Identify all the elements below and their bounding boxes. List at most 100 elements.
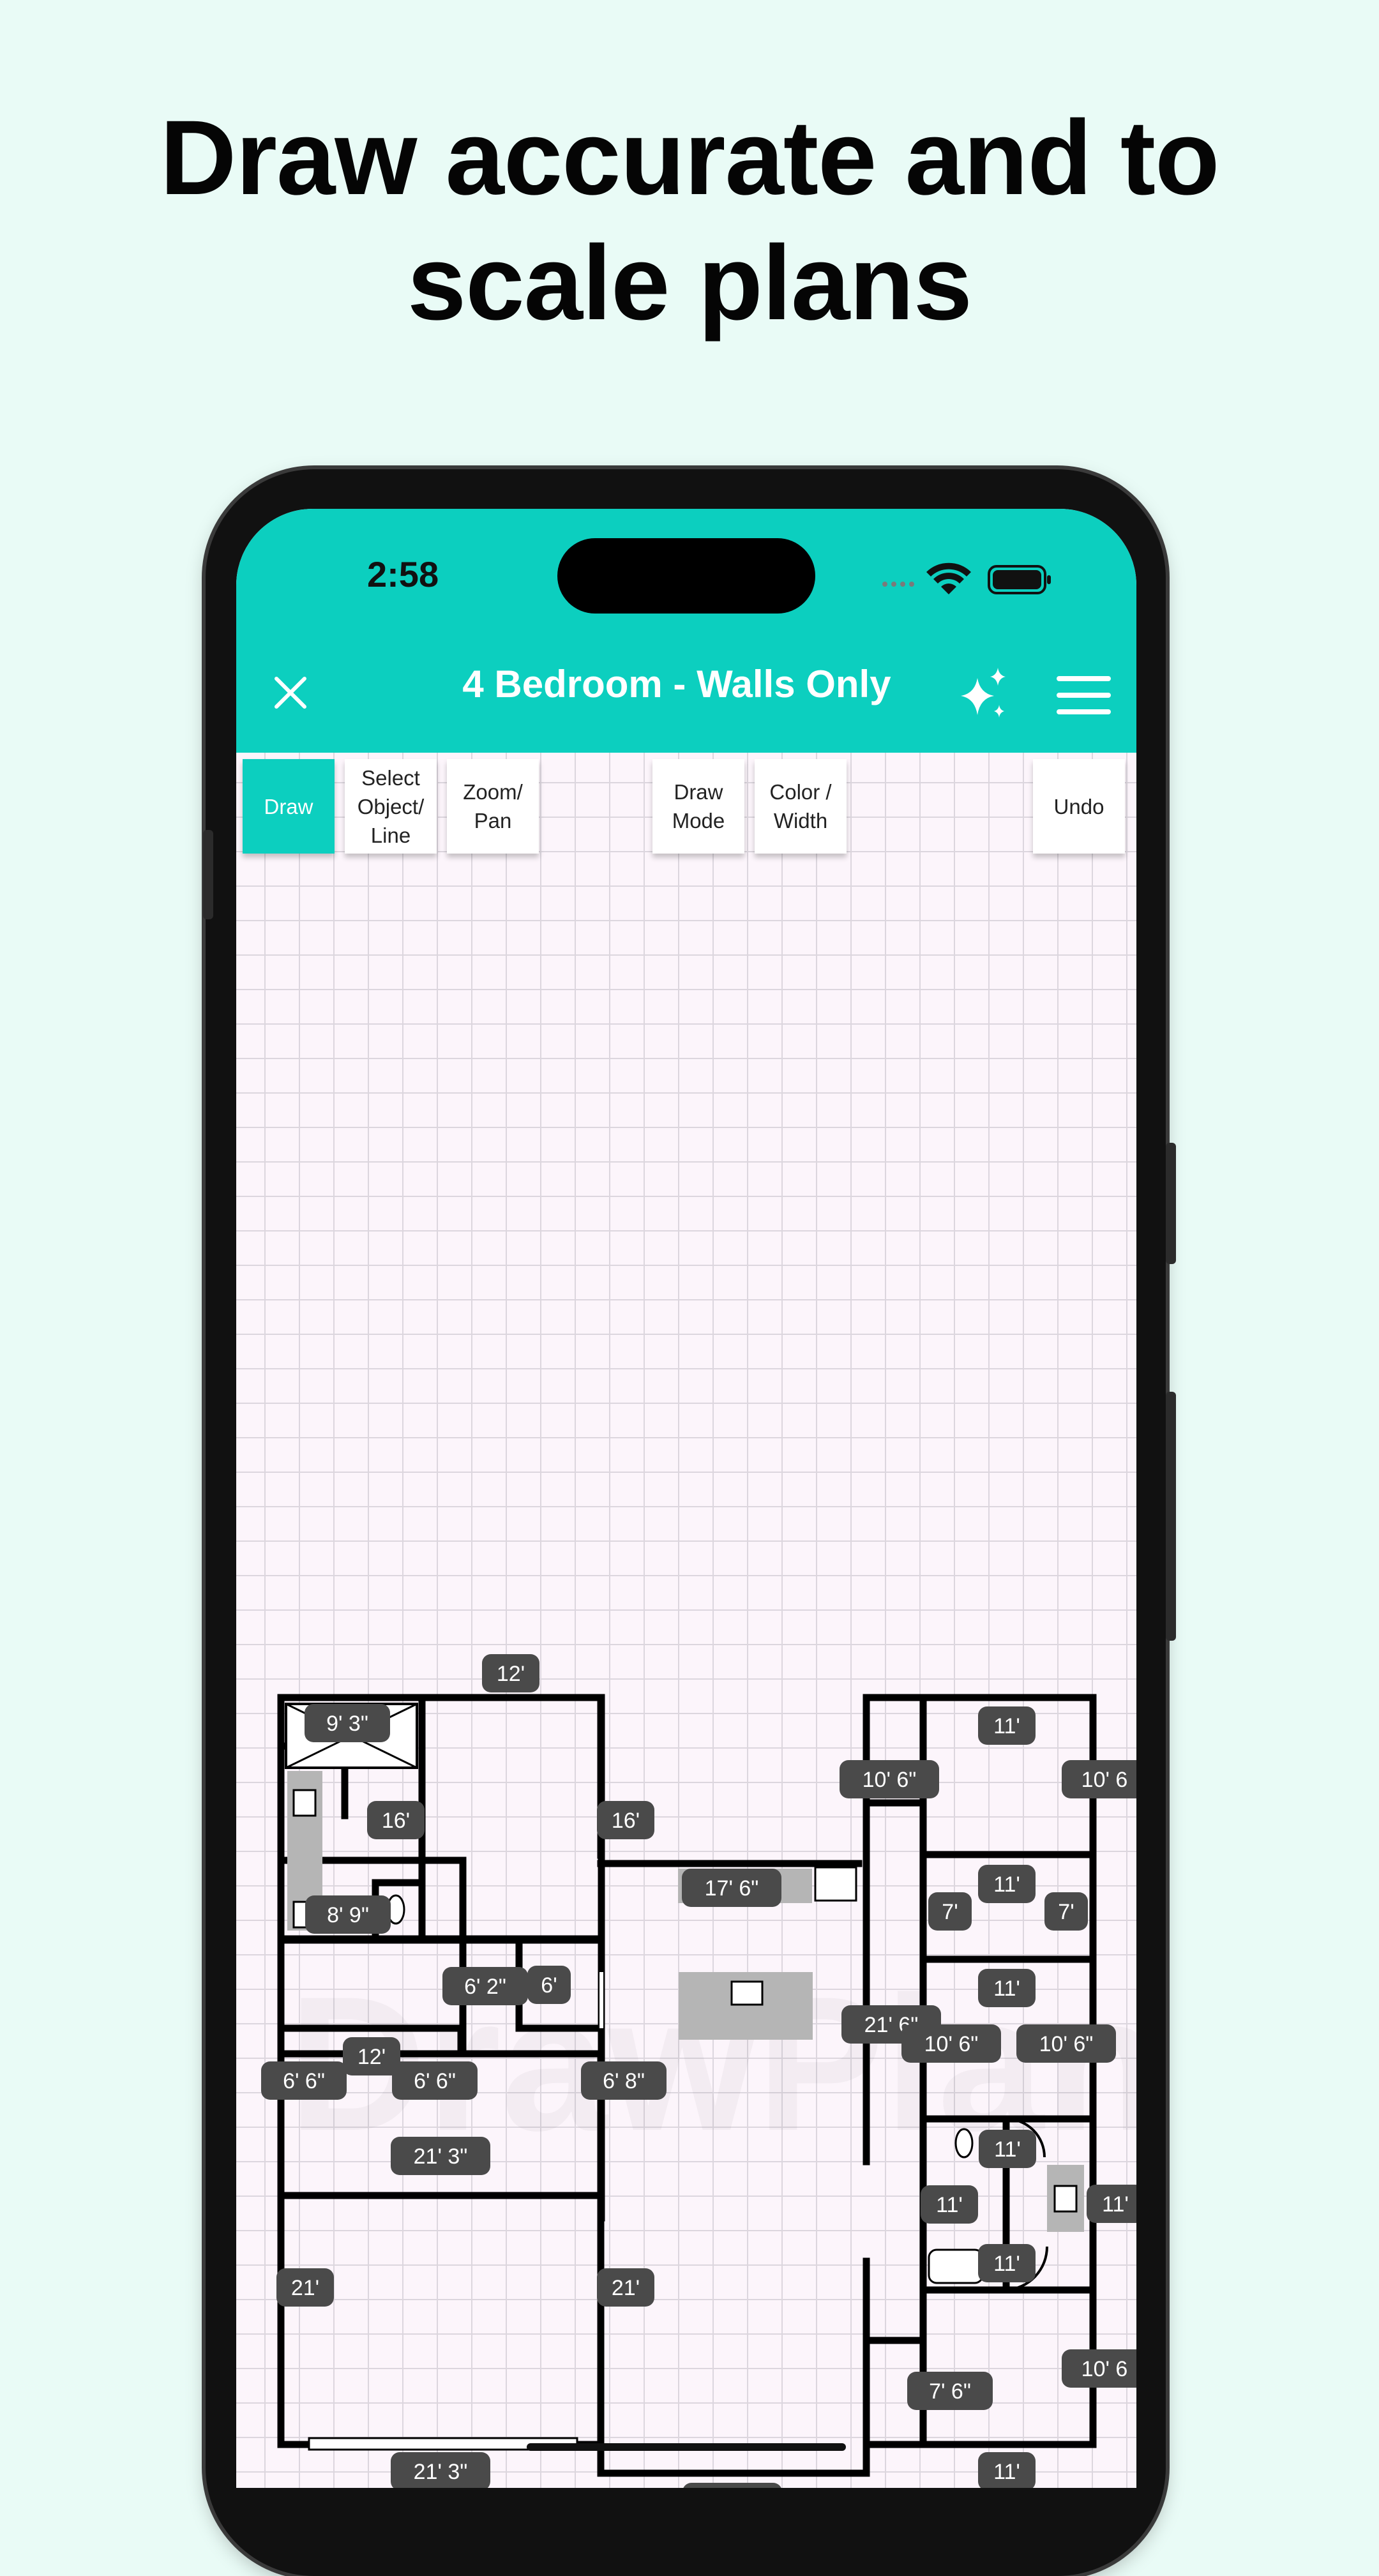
dimension-label[interactable]: 11' <box>978 2244 1036 2282</box>
status-icons <box>882 562 1051 594</box>
dimension-label[interactable]: 21' 3" <box>391 2452 490 2488</box>
dimension-label-text: 10' 6" <box>863 1768 917 1792</box>
sink-icon <box>1053 2185 1078 2213</box>
dimension-label[interactable]: 6' 6" <box>261 2061 347 2100</box>
dimension-label[interactable]: 21' <box>276 2268 334 2307</box>
dimension-label[interactable]: 7' <box>1044 1892 1088 1931</box>
dimension-label-text: 11' <box>993 2460 1020 2484</box>
dimension-label[interactable]: 10' 6 <box>1062 1760 1136 1798</box>
dimension-label-text: 7' <box>1058 1900 1074 1924</box>
close-icon[interactable] <box>271 674 310 712</box>
dimension-label[interactable]: 21' <box>597 2268 654 2307</box>
dimension-label[interactable]: 7' <box>928 1892 972 1931</box>
tool-draw[interactable]: Draw <box>243 759 335 854</box>
battery-icon <box>988 565 1051 594</box>
dimension-label-text: 21' 3" <box>414 2460 468 2484</box>
side-button <box>1166 1143 1176 1264</box>
dimension-label[interactable]: 11' <box>978 1706 1036 1745</box>
undo-button[interactable]: Undo <box>1033 759 1125 854</box>
dimension-label[interactable]: 8' 9" <box>305 1895 391 1934</box>
dimension-label-text: 11' <box>994 2137 1021 2162</box>
dimension-label[interactable]: 11' <box>978 1969 1036 2007</box>
dimension-label[interactable]: 21' 3" <box>391 2137 490 2175</box>
dimension-label-text: 6' 6" <box>414 2069 456 2093</box>
app-screen: 2:58 4 Bedroom - Walls Only 12' 9' 3" 16… <box>236 509 1136 2488</box>
dimension-label[interactable]: 11' <box>921 2185 978 2224</box>
tool-draw-mode[interactable]: Draw Mode <box>652 759 744 854</box>
dimension-label[interactable]: 11' <box>1087 2185 1136 2223</box>
side-button <box>1166 1392 1176 1641</box>
dimension-label[interactable]: 7' 6" <box>907 2372 993 2410</box>
island-sink-icon <box>730 1980 764 2006</box>
dimension-label[interactable]: 17' 6" <box>682 2483 782 2488</box>
dynamic-island <box>557 538 815 614</box>
dimension-label-text: 6' 2" <box>464 1975 506 1999</box>
dimension-label-text: 11' <box>993 1977 1020 2001</box>
headline: Draw accurate and to scale plans <box>0 96 1379 346</box>
dimension-label-text: 6' <box>541 1973 557 1998</box>
dimension-label[interactable]: 6' 2" <box>442 1967 528 2005</box>
wifi-icon <box>926 562 971 594</box>
dimension-label-text: 7' 6" <box>929 2379 971 2404</box>
dimension-label-text: 6' 6" <box>283 2069 325 2093</box>
dimension-label[interactable]: 12' <box>482 1654 539 1692</box>
tool-select-object[interactable]: Select Object/ Line <box>345 759 437 854</box>
dimension-label-text: 16' <box>382 1809 410 1833</box>
headline-line-2: scale plans <box>407 224 972 342</box>
dimension-label-text: 6' 8" <box>603 2069 645 2093</box>
dimension-label-text: 21' <box>291 2276 319 2300</box>
dimension-label-bg <box>683 2483 781 2488</box>
dimension-label[interactable]: 16' <box>367 1801 425 1839</box>
hamburger-menu-icon[interactable] <box>1057 675 1111 716</box>
dimension-label[interactable]: 11' <box>978 1865 1036 1903</box>
dimension-label-text: 9' 3" <box>326 1712 368 1736</box>
dimension-label-text: 11' <box>993 1714 1020 1738</box>
floor-plan[interactable]: 12' 9' 3" 16' 16' 8' 9" 17' 6" 6' 2" 6' 12' 6' 6"… <box>236 753 1136 2488</box>
status-time: 2:58 <box>367 554 439 594</box>
dimension-label[interactable]: 17' 6" <box>682 1869 781 1907</box>
dimension-label-text: 11' <box>993 1872 1020 1897</box>
dimension-label[interactable]: 6' 6" <box>392 2061 478 2100</box>
dimension-label-text: 17' 6" <box>705 1876 759 1901</box>
stove-icon <box>814 1866 857 1902</box>
dimension-label[interactable]: 11' <box>979 2130 1036 2168</box>
sparkle-icon[interactable] <box>954 665 1012 723</box>
dimension-label-text: 7' <box>942 1900 958 1924</box>
dimension-labels: 12' 9' 3" 16' 16' 8' 9" 17' 6" 6' 2" 6' 12' 6' 6"… <box>261 1654 1136 2488</box>
dimension-label[interactable]: 10' 6" <box>901 2024 1001 2063</box>
dimension-label[interactable]: 10' 6" <box>1016 2024 1116 2063</box>
dimension-label-text: 10' 6" <box>1039 2032 1094 2056</box>
bathtub-icon <box>928 2248 984 2284</box>
dimension-label-text: 21' 3" <box>414 2144 468 2169</box>
dimension-label-text: 21' <box>612 2276 640 2300</box>
dimension-label-text: 11' <box>936 2193 963 2217</box>
dimension-label[interactable]: 10' 6 <box>1062 2349 1136 2388</box>
dimension-label-text: 10' 6 <box>1081 2357 1128 2381</box>
dimension-label[interactable]: 12' <box>343 2037 400 2075</box>
dimension-label-text: 12' <box>497 1662 525 1686</box>
dimension-label-text: 16' <box>612 1809 640 1833</box>
headline-line-1: Draw accurate and to <box>160 99 1220 217</box>
dimension-label[interactable]: 10' 6" <box>840 1760 939 1798</box>
dimension-label-text: 11' <box>1102 2192 1129 2217</box>
sink-icon <box>292 1789 317 1817</box>
dimension-label[interactable]: 11' <box>978 2452 1036 2488</box>
tool-color-width[interactable]: Color / Width <box>755 759 847 854</box>
dimension-label[interactable]: 16' <box>597 1801 654 1839</box>
dimension-label-text: 10' 6 <box>1081 1768 1128 1792</box>
dimension-label-text: 11' <box>993 2252 1020 2276</box>
document-title: 4 Bedroom - Walls Only <box>462 663 891 705</box>
toilet-icon <box>954 2128 974 2158</box>
tool-zoom-pan[interactable]: Zoom/ Pan <box>447 759 539 854</box>
drawing-canvas[interactable]: DrawPlan <box>236 753 1136 2488</box>
dimension-label[interactable]: 9' 3" <box>305 1704 390 1742</box>
dimension-label-text: 10' 6" <box>924 2032 979 2056</box>
cellular-signal-icon <box>882 582 914 587</box>
home-indicator <box>527 2443 846 2451</box>
dimension-label-text: 8' 9" <box>327 1903 369 1927</box>
side-button <box>203 830 213 919</box>
dimension-label-text: 12' <box>358 2045 386 2069</box>
dimension-label[interactable]: 6' <box>527 1966 571 2004</box>
dimension-label[interactable]: 6' 8" <box>581 2061 667 2100</box>
top-bar: 2:58 4 Bedroom - Walls Only <box>236 509 1136 753</box>
